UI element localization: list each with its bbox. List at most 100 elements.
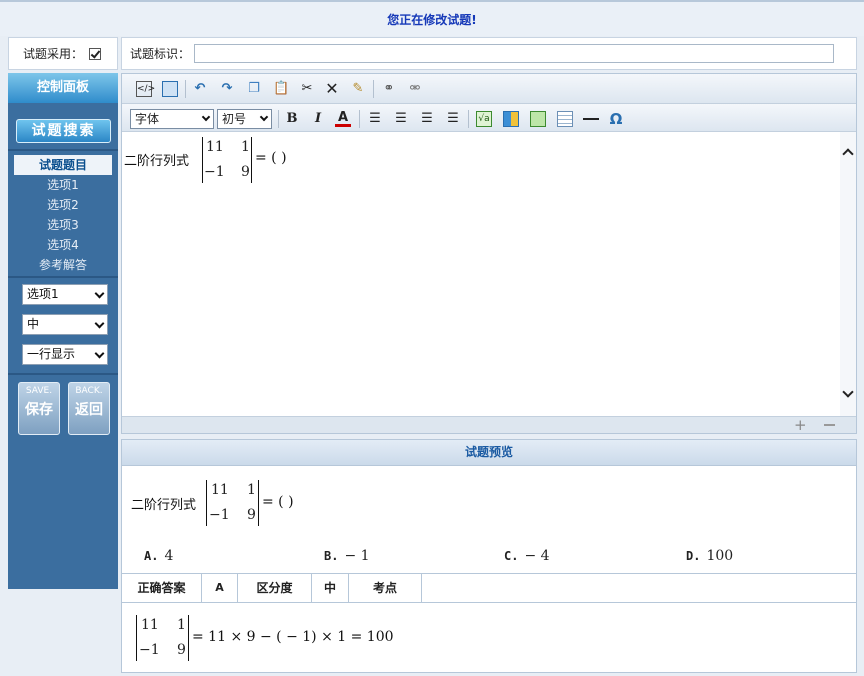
collapse-icon[interactable]	[824, 424, 835, 426]
option-d: D. 100	[686, 548, 733, 564]
difficulty-select[interactable]: 中	[22, 314, 108, 335]
panel-title: 控制面板	[8, 73, 118, 103]
align-right-icon[interactable]: ☰	[445, 111, 461, 127]
horizontal-rule-icon[interactable]	[583, 111, 599, 127]
font-family-select[interactable]: 字体	[130, 109, 214, 129]
matrix-cell: 9	[241, 164, 250, 180]
answer-table: 正确答案 A 区分度 中 考点	[121, 573, 857, 603]
resize-bar: +	[122, 416, 856, 433]
correct-answer-label: 正确答案	[122, 574, 202, 602]
option-value: 100	[706, 548, 734, 564]
preview-icon[interactable]	[162, 81, 178, 97]
matrix-cell: 1	[177, 617, 186, 633]
nav-item-option4[interactable]: 选项4	[14, 235, 112, 255]
save-button-en: SAVE.	[25, 386, 53, 396]
option-value: 4	[164, 548, 174, 564]
nav-item-option2[interactable]: 选项2	[14, 195, 112, 215]
matrix-cell: 11	[206, 139, 224, 155]
italic-icon[interactable]: I	[310, 111, 326, 127]
toolbar-separator	[278, 110, 279, 128]
chevron-down-icon	[259, 112, 269, 122]
preview-title: 试题预览	[121, 439, 857, 466]
knowledge-point-label: 考点	[349, 574, 422, 602]
ident-row: 试题标识：	[121, 37, 857, 70]
scroll-up-icon[interactable]	[842, 148, 854, 160]
source-icon[interactable]: </>	[136, 81, 155, 97]
editor-scrollbar[interactable]	[840, 132, 856, 416]
ident-input[interactable]	[194, 44, 835, 63]
font-family-value: 字体	[135, 112, 160, 126]
display-select[interactable]: 一行显示	[22, 344, 108, 365]
nav-item-option1[interactable]: 选项1	[14, 175, 112, 195]
redo-icon[interactable]: ↷	[219, 81, 235, 97]
rich-text-editor: </> ↶ ↷ ❐ 📋 ✂ ✕ ✎ ⚭ ⚮ 字体 初号 B I A ☰ ☰ ☰ …	[121, 73, 857, 434]
font-color-icon[interactable]: A	[335, 111, 351, 127]
scroll-down-icon[interactable]	[842, 386, 854, 398]
unlink-icon[interactable]: ⚮	[407, 81, 423, 97]
difficulty-value: 中	[312, 574, 349, 602]
clean-icon[interactable]: ✎	[350, 81, 366, 97]
correct-answer-value: A	[202, 574, 238, 602]
option-a: A. 4	[144, 548, 173, 564]
back-button-cn: 返回	[75, 402, 103, 418]
nav-list: 试题题目 选项1 选项2 选项3 选项4 参考解答	[14, 155, 112, 275]
chevron-down-icon	[94, 288, 105, 299]
align-center-icon[interactable]: ☰	[393, 111, 409, 127]
save-button[interactable]: SAVE. 保存	[18, 382, 60, 435]
font-size-select[interactable]: 初号	[217, 109, 272, 129]
editor-content[interactable]: 二阶行列式 11 1 −1 9 = ( )	[122, 132, 840, 416]
display-select-value: 一行显示	[27, 347, 76, 361]
option-value: − 4	[524, 548, 550, 564]
option-key: C.	[504, 549, 519, 563]
adopt-label: 试题采用：	[23, 47, 84, 61]
solution-panel: 11 1 −1 9 = 11 × 9 − ( − 1) × 1 = 100	[121, 603, 857, 673]
divider	[8, 149, 118, 151]
option-b: B. − 1	[324, 548, 370, 564]
control-sidebar: 控制面板 试题搜索 试题题目 选项1 选项2 选项3 选项4 参考解答 选项1 …	[8, 73, 118, 589]
back-button[interactable]: BACK. 返回	[68, 382, 110, 435]
chevron-down-icon	[201, 112, 211, 122]
copy-icon[interactable]: ❐	[246, 81, 262, 97]
top-banner: 您正在修改试题!	[0, 0, 864, 36]
ident-label: 试题标识：	[130, 47, 191, 61]
table-icon[interactable]	[557, 111, 573, 127]
question-suffix: = ( )	[255, 150, 287, 166]
undo-icon[interactable]: ↶	[192, 81, 208, 97]
toolbar-bottom: 字体 初号 B I A ☰ ☰ ☰ ☰ √a Ω	[122, 104, 856, 132]
toolbar-separator	[359, 110, 360, 128]
preview-determinant: 11 1 −1 9	[206, 480, 259, 526]
expand-icon[interactable]: +	[794, 418, 807, 433]
save-button-cn: 保存	[25, 402, 53, 418]
nav-item-question[interactable]: 试题题目	[14, 155, 112, 175]
align-left-icon[interactable]: ☰	[419, 111, 435, 127]
image-icon[interactable]	[530, 111, 546, 127]
layout-icon[interactable]	[503, 111, 519, 127]
matrix-cell: 11	[211, 482, 229, 498]
justify-icon[interactable]: ☰	[367, 111, 383, 127]
matrix-cell: −1	[204, 164, 225, 180]
back-button-en: BACK.	[75, 386, 103, 396]
nav-item-solution[interactable]: 参考解答	[14, 255, 112, 275]
question-prefix: 二阶行列式	[124, 154, 190, 169]
solution-expression: = 11 × 9 − ( − 1) × 1 = 100	[192, 629, 394, 645]
formula-icon[interactable]: √a	[476, 111, 492, 127]
matrix-cell: 9	[247, 507, 256, 523]
toolbar-separator	[373, 80, 374, 98]
toolbar-top: </> ↶ ↷ ❐ 📋 ✂ ✕ ✎ ⚭ ⚮	[122, 74, 856, 104]
option-select-value: 选项1	[27, 287, 59, 301]
delete-icon[interactable]: ✕	[324, 81, 340, 97]
difficulty-label: 区分度	[238, 574, 312, 602]
preview-question-prefix: 二阶行列式	[131, 498, 197, 513]
matrix-cell: 9	[177, 642, 186, 658]
preview-question-suffix: = ( )	[262, 494, 294, 510]
link-icon[interactable]: ⚭	[381, 81, 397, 97]
cut-icon[interactable]: ✂	[299, 81, 315, 97]
search-button[interactable]: 试题搜索	[16, 119, 111, 143]
nav-item-option3[interactable]: 选项3	[14, 215, 112, 235]
paste-icon[interactable]: 📋	[273, 81, 289, 97]
special-char-icon[interactable]: Ω	[608, 111, 624, 127]
bold-icon[interactable]: B	[284, 111, 300, 127]
option-select[interactable]: 选项1	[22, 284, 108, 305]
toolbar-separator	[185, 80, 186, 98]
adopt-checkbox[interactable]	[89, 47, 102, 60]
